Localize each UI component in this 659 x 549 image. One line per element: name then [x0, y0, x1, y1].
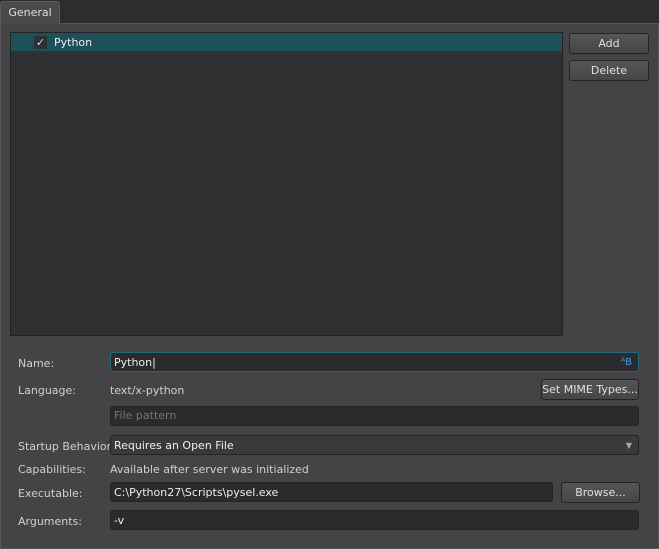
language-label: Language:	[18, 384, 76, 397]
language-value: text/x-python	[110, 384, 185, 397]
chevron-down-icon: ▼	[625, 441, 632, 450]
arguments-input[interactable]: -v	[110, 510, 639, 530]
list-item-label: Python	[54, 35, 93, 49]
list-item[interactable]: ✓ Python	[11, 33, 562, 51]
capabilities-label: Capabilities:	[18, 463, 86, 476]
capabilities-value: Available after server was initialized	[110, 463, 309, 476]
set-mime-types-button[interactable]: Set MIME Types...	[541, 379, 639, 400]
tab-general[interactable]: General	[0, 1, 60, 24]
arguments-label: Arguments:	[18, 515, 83, 528]
language-list[interactable]: ✓ Python	[10, 32, 563, 336]
enabled-checkbox[interactable]: ✓	[34, 35, 47, 49]
startup-behavior-value: Requires an Open File	[114, 439, 234, 452]
name-value: Python	[114, 356, 153, 369]
delete-button[interactable]: Delete	[569, 60, 649, 81]
file-pattern-input[interactable]	[110, 406, 639, 426]
name-label: Name:	[18, 357, 55, 370]
name-input[interactable]: Python| ᴬB	[110, 352, 639, 372]
startup-behavior-select[interactable]: Requires an Open File ▼	[110, 435, 639, 455]
spellcheck-icon[interactable]: ᴬB	[621, 353, 632, 373]
startup-behavior-label: Startup Behavior:	[18, 440, 115, 453]
add-button[interactable]: Add	[569, 33, 649, 54]
browse-button[interactable]: Browse...	[561, 482, 640, 503]
executable-input[interactable]: C:\Python27\Scripts\pysel.exe	[110, 482, 553, 502]
executable-label: Executable:	[18, 487, 83, 500]
